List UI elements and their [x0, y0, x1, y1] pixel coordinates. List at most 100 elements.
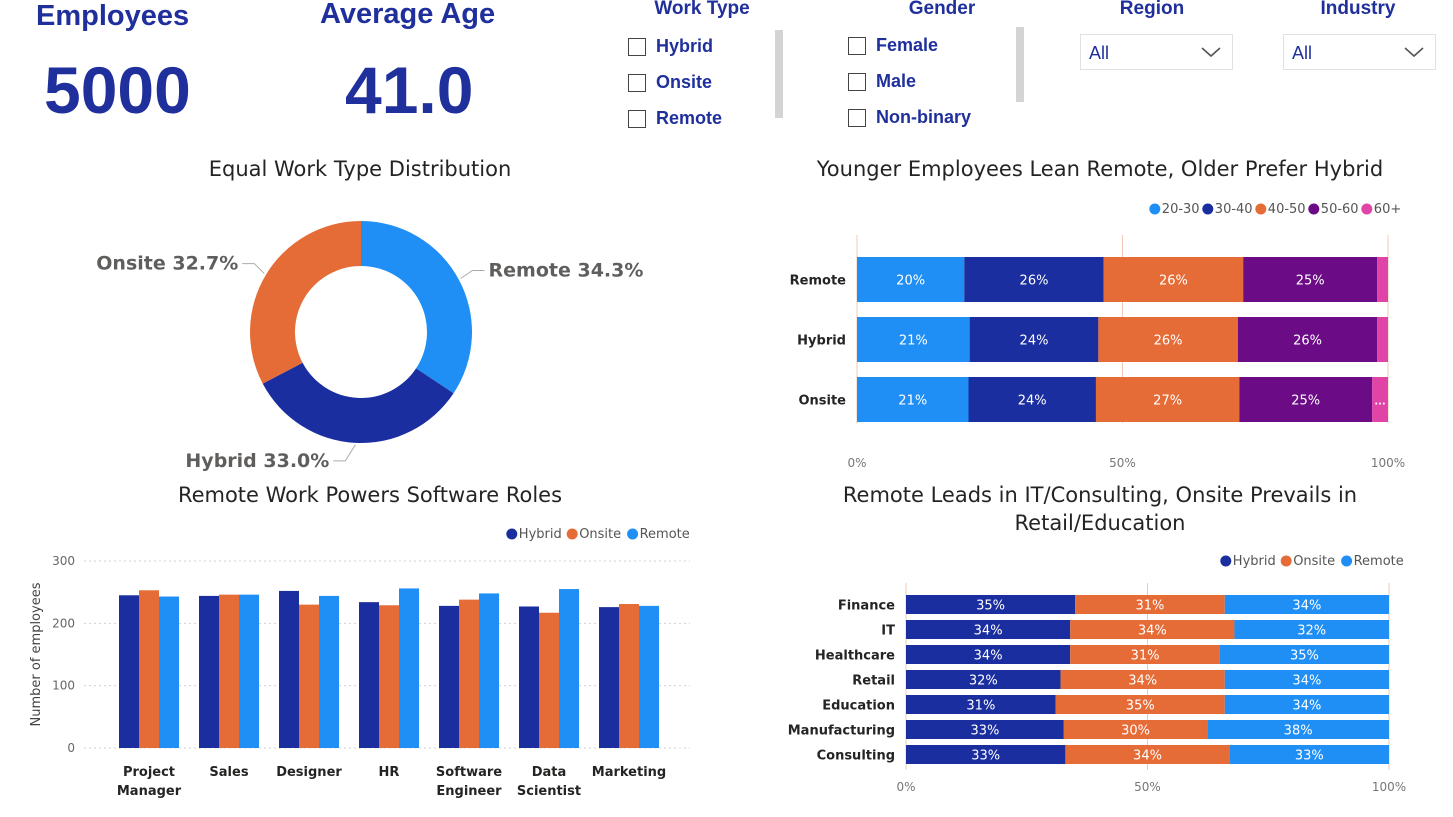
bar-remote[interactable] [319, 595, 339, 748]
bar-hybrid[interactable] [359, 602, 379, 748]
data-label: 33% [971, 749, 1000, 764]
gender-option-non-binary[interactable]: Non-binary [848, 107, 971, 128]
category-label: Remote [790, 274, 847, 289]
data-label: 32% [969, 674, 998, 689]
roles-legend-item[interactable]: Hybrid [519, 527, 562, 542]
donut-slice-hybrid[interactable] [262, 362, 454, 444]
x-tick-label: 50% [1109, 456, 1136, 470]
gender-scrollbar[interactable] [1016, 27, 1024, 102]
roles-legend-item[interactable]: Remote [640, 527, 690, 542]
age-legend-item[interactable]: 60+ [1374, 202, 1401, 217]
age-legend-item[interactable]: 50-60 [1321, 202, 1359, 217]
y-axis-label: Number of employees [29, 582, 44, 726]
bar-hybrid[interactable] [119, 595, 139, 748]
checkbox[interactable] [628, 37, 646, 56]
bar-hybrid[interactable] [599, 607, 619, 748]
bar-remote[interactable] [239, 594, 259, 748]
legend-marker-onsite [1280, 555, 1292, 567]
bar-remote[interactable] [559, 589, 579, 748]
industry-chart-title-line1: Remote Leads in IT/Consulting, Onsite Pr… [842, 483, 1358, 507]
work-type-option-remote[interactable]: Remote [628, 108, 722, 129]
data-label: 33% [1295, 749, 1324, 764]
category-label: Hybrid [797, 334, 846, 349]
donut-label-hybrid: Hybrid 33.0% [185, 450, 329, 472]
bar-onsite[interactable] [619, 604, 639, 748]
data-label: 31% [1131, 649, 1160, 664]
bar-remote[interactable] [399, 588, 419, 748]
donut-slice-onsite[interactable] [249, 221, 361, 384]
industry-chart-title-line2: Retail/Education [1014, 511, 1186, 535]
industry-legend-item[interactable]: Onsite [1293, 554, 1335, 569]
option-label: Non-binary [876, 107, 972, 127]
checkbox[interactable] [848, 36, 866, 55]
bar-remote[interactable] [639, 605, 659, 748]
age-legend-item[interactable]: 40-50 [1268, 202, 1306, 217]
bar-hybrid[interactable] [199, 595, 219, 748]
industry-by-work-type-chart: Hybrid Onsite Remote 0% 50% 100% Finance 35% 31%… [788, 554, 1406, 794]
gender-option-male[interactable]: Male [848, 71, 916, 92]
data-label: 34% [1292, 599, 1321, 614]
industry-slicer-title: Industry [1320, 0, 1396, 19]
data-label: 38% [1284, 724, 1313, 739]
bar-onsite[interactable] [139, 590, 159, 748]
data-label: 21% [898, 394, 927, 409]
data-label: 25% [1296, 274, 1325, 289]
bar-onsite[interactable] [379, 605, 399, 748]
legend-marker-50-60 [1308, 203, 1320, 215]
bar-hybrid[interactable] [279, 590, 299, 748]
bar-segment-60+[interactable] [1377, 317, 1388, 362]
x-tick-label: 0% [847, 456, 866, 470]
bar-onsite[interactable] [539, 612, 559, 748]
data-label: 34% [1138, 624, 1167, 639]
leader-line [333, 444, 356, 462]
legend-marker-hybrid [1220, 555, 1232, 567]
data-label: 34% [974, 624, 1003, 639]
roles-legend-item[interactable]: Onsite [579, 527, 621, 542]
category-label: Manager [117, 784, 182, 799]
bar-segment-60+[interactable] [1377, 257, 1388, 302]
industry-legend-item[interactable]: Remote [1354, 554, 1404, 569]
bar-hybrid[interactable] [439, 605, 459, 748]
bar-onsite[interactable] [219, 594, 239, 748]
data-label: 31% [966, 699, 995, 714]
gender-option-female[interactable]: Female [848, 35, 938, 56]
data-label: 34% [1292, 699, 1321, 714]
category-label: Healthcare [815, 649, 895, 664]
data-label: 34% [1133, 749, 1162, 764]
bar-hybrid[interactable] [519, 606, 539, 748]
category-label: Project [123, 765, 175, 780]
bar-remote[interactable] [159, 596, 179, 748]
age-chart-title: Younger Employees Lean Remote, Older Pre… [816, 157, 1384, 181]
data-label: 31% [1135, 599, 1164, 614]
data-label: 24% [1018, 394, 1047, 409]
data-label: 33% [970, 724, 999, 739]
age-legend-item[interactable]: 20-30 [1162, 202, 1200, 217]
category-label: Consulting [817, 749, 895, 764]
data-label: 35% [976, 599, 1005, 614]
checkbox[interactable] [848, 72, 866, 91]
bar-remote[interactable] [479, 593, 499, 748]
checkbox[interactable] [628, 73, 646, 92]
bar-onsite[interactable] [459, 599, 479, 748]
y-tick-label: 300 [52, 554, 75, 568]
category-label: HR [379, 765, 400, 780]
bar-onsite[interactable] [299, 604, 319, 748]
y-tick-label: 200 [52, 616, 75, 630]
average-age-kpi-value: 41.0 [345, 53, 474, 127]
leader-line [242, 263, 265, 274]
checkbox[interactable] [848, 108, 866, 127]
data-label: ... [1374, 397, 1385, 408]
region-dropdown[interactable]: All [1080, 34, 1233, 70]
chevron-down-icon [1404, 47, 1424, 58]
industry-dropdown[interactable]: All [1283, 34, 1436, 70]
category-label: Software [436, 765, 502, 780]
checkbox[interactable] [628, 109, 646, 128]
data-label: 26% [1293, 334, 1322, 349]
work-type-scrollbar[interactable] [775, 30, 783, 118]
industry-legend-item[interactable]: Hybrid [1233, 554, 1276, 569]
age-legend-item[interactable]: 30-40 [1215, 202, 1253, 217]
work-type-option-onsite[interactable]: Onsite [628, 72, 712, 93]
work-type-donut-chart: Remote 34.3% Hybrid 33.0% Onsite 32.7% [96, 221, 643, 472]
work-type-option-hybrid[interactable]: Hybrid [628, 36, 713, 57]
donut-slice-remote[interactable] [361, 221, 473, 394]
